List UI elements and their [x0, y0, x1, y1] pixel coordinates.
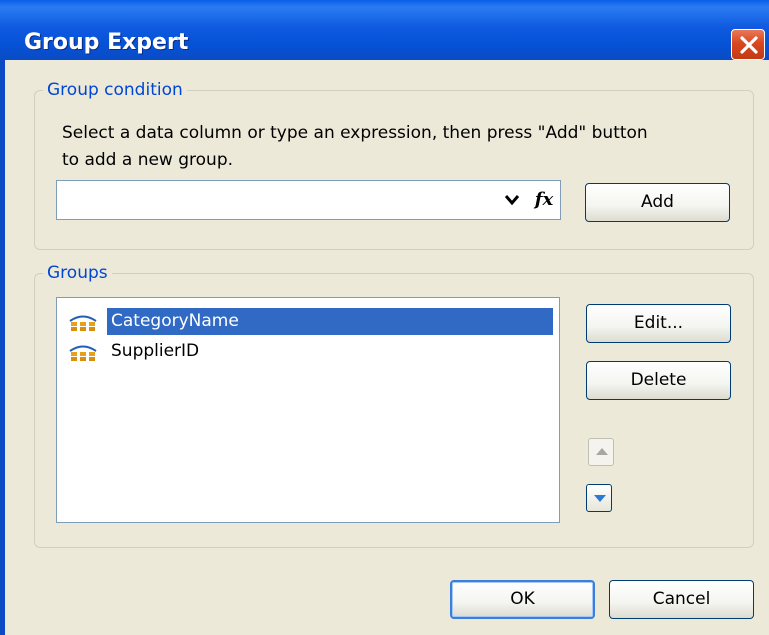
delete-button[interactable]: Delete [586, 361, 731, 400]
instruction-line-1: Select a data column or type an expressi… [62, 123, 648, 143]
title-bar[interactable]: Group Expert [0, 0, 769, 60]
groups-list[interactable]: CategoryName SupplierID [56, 297, 560, 523]
move-down-button[interactable] [586, 484, 612, 512]
close-button[interactable] [731, 29, 765, 60]
instruction-text: Select a data column or type an expressi… [62, 120, 742, 174]
arrow-down-icon [594, 495, 606, 502]
group-condition-legend: Group condition [47, 80, 183, 100]
fx-icon[interactable]: fx [530, 185, 558, 215]
arrow-up-icon [596, 448, 608, 455]
list-item-label: SupplierID [111, 341, 200, 361]
window-frame-left [0, 60, 5, 635]
list-item-label: CategoryName [107, 308, 553, 335]
groups-legend: Groups [47, 263, 108, 283]
ok-button[interactable]: OK [450, 580, 595, 619]
instruction-line-2: to add a new group. [62, 150, 234, 170]
add-button[interactable]: Add [585, 183, 730, 222]
group-field-icon [69, 345, 97, 361]
group-field-icon [69, 315, 97, 331]
list-item-supplierid[interactable]: SupplierID [65, 336, 555, 366]
move-up-button[interactable] [588, 438, 614, 466]
window-title: Group Expert [24, 30, 189, 55]
list-item-categoryname[interactable]: CategoryName [65, 306, 555, 336]
close-icon [740, 36, 758, 54]
edit-button[interactable]: Edit... [586, 304, 731, 343]
chevron-down-icon[interactable] [503, 192, 521, 208]
cancel-button[interactable]: Cancel [609, 580, 754, 619]
expression-combobox[interactable]: fx [56, 180, 561, 220]
